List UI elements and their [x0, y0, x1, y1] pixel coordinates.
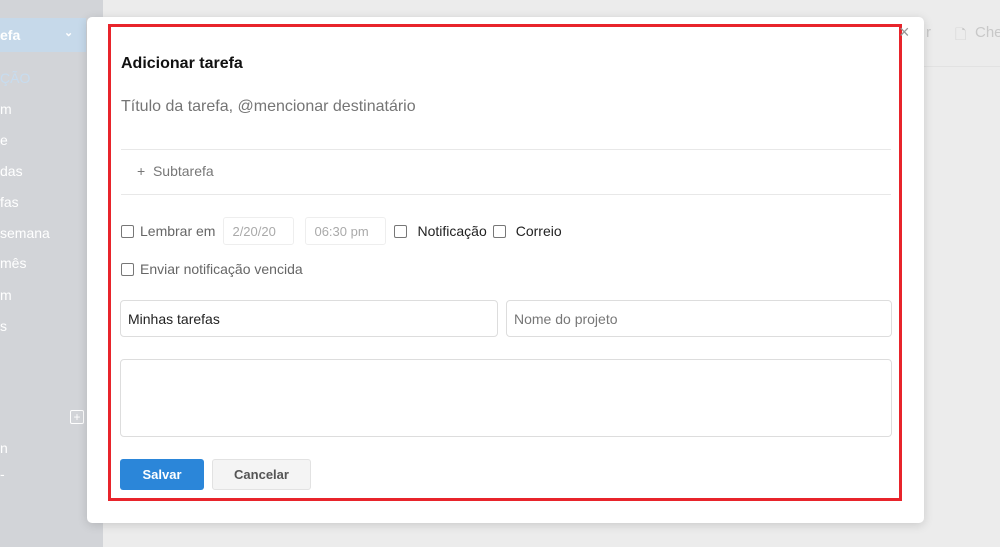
add-icon[interactable]: + — [70, 410, 84, 424]
sidebar-item[interactable]: n — [0, 440, 8, 456]
divider — [121, 194, 891, 195]
mail-checkbox[interactable] — [492, 224, 506, 238]
sidebar-active-item[interactable]: efa ⌄ — [0, 18, 86, 52]
sidebar-item[interactable]: fas — [0, 194, 19, 210]
sidebar-item[interactable]: das — [0, 163, 23, 179]
sidebar-item[interactable]: semana — [0, 225, 50, 241]
mail-label: Correio — [515, 223, 562, 239]
document-icon: 🗋 — [955, 26, 967, 42]
sidebar-item[interactable]: m — [0, 287, 12, 303]
sidebar-item[interactable]: - — [0, 466, 5, 482]
sidebar-section-label: ÇÃO — [0, 70, 31, 86]
dialog-title: Adicionar tarefa — [121, 55, 243, 72]
sidebar-item[interactable]: e — [0, 132, 8, 148]
plus-icon: + — [137, 163, 146, 179]
sidebar-active-label: efa — [0, 27, 21, 43]
overdue-label: Enviar notificação vencida — [140, 261, 303, 277]
task-list-select[interactable]: Minhas tarefas — [120, 300, 498, 337]
notification-checkbox[interactable] — [394, 224, 408, 238]
task-title-input[interactable] — [121, 98, 881, 116]
subtask-label: Subtarefa — [152, 163, 214, 179]
toolbar-doc-label[interactable]: Che — [975, 24, 1000, 41]
date-input[interactable]: 2/20/20 — [223, 217, 295, 245]
project-name-input[interactable]: Nome do projeto — [506, 300, 892, 337]
notification-label: Notificação — [417, 223, 487, 239]
close-icon[interactable]: × — [899, 22, 910, 43]
sidebar-item[interactable]: s — [0, 318, 7, 334]
description-textarea[interactable] — [120, 359, 892, 437]
sidebar-item[interactable]: m — [0, 101, 12, 117]
time-input[interactable]: 06:30 pm — [305, 217, 387, 245]
save-button[interactable]: Salvar — [120, 459, 204, 490]
cancel-button[interactable]: Cancelar — [212, 459, 311, 490]
remind-checkbox[interactable] — [121, 224, 134, 238]
add-subtask-button[interactable]: + Subtarefa — [137, 163, 214, 179]
chevron-down-icon: ⌄ — [64, 27, 74, 39]
divider — [121, 149, 891, 150]
sidebar-item[interactable]: mês — [0, 255, 26, 271]
toolbar-fragment[interactable]: r — [926, 24, 931, 41]
remind-label: Lembrar em — [140, 223, 216, 239]
overdue-checkbox[interactable] — [121, 262, 134, 276]
